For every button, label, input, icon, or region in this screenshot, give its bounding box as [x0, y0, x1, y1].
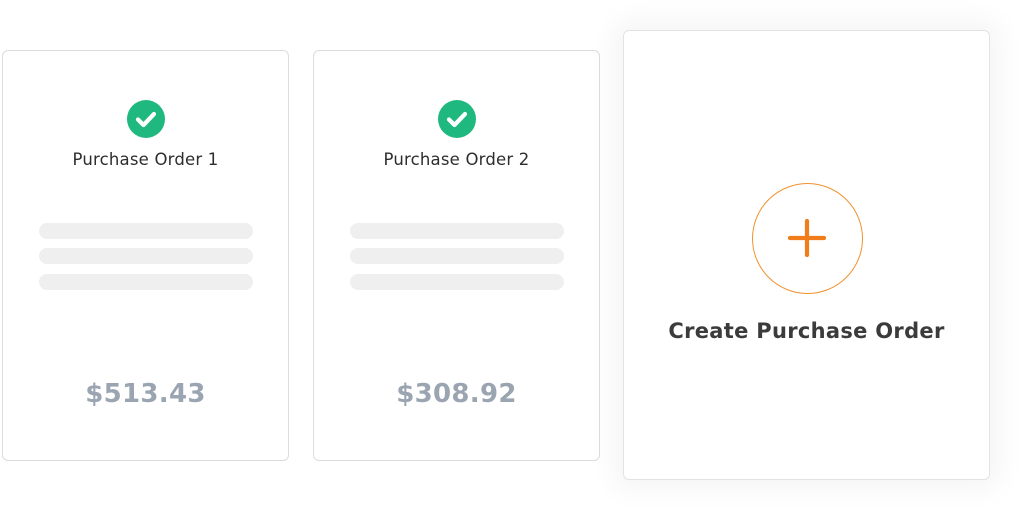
check-circle-icon [126, 100, 165, 138]
placeholder-line [39, 274, 253, 290]
placeholder-line [350, 248, 564, 264]
placeholder-line [39, 248, 253, 264]
purchase-order-amount: $513.43 [85, 379, 206, 409]
plus-icon [787, 218, 827, 258]
create-purchase-order-label: Create Purchase Order [668, 319, 945, 343]
placeholder-line [350, 274, 564, 290]
purchase-order-card[interactable]: Purchase Order 1 $513.43 [2, 50, 289, 461]
create-purchase-order-card[interactable]: Create Purchase Order [623, 30, 990, 480]
purchase-order-card[interactable]: Purchase Order 2 $308.92 [313, 50, 600, 461]
check-circle-icon [437, 100, 476, 138]
placeholder-line [350, 223, 564, 239]
add-button[interactable] [752, 183, 863, 294]
purchase-order-amount: $308.92 [396, 379, 517, 409]
purchase-orders-stage: Purchase Order 1 $513.43 Purchase Order … [0, 0, 1024, 517]
purchase-order-title: Purchase Order 1 [72, 150, 219, 169]
purchase-order-title: Purchase Order 2 [383, 150, 530, 169]
placeholder-line [39, 223, 253, 239]
